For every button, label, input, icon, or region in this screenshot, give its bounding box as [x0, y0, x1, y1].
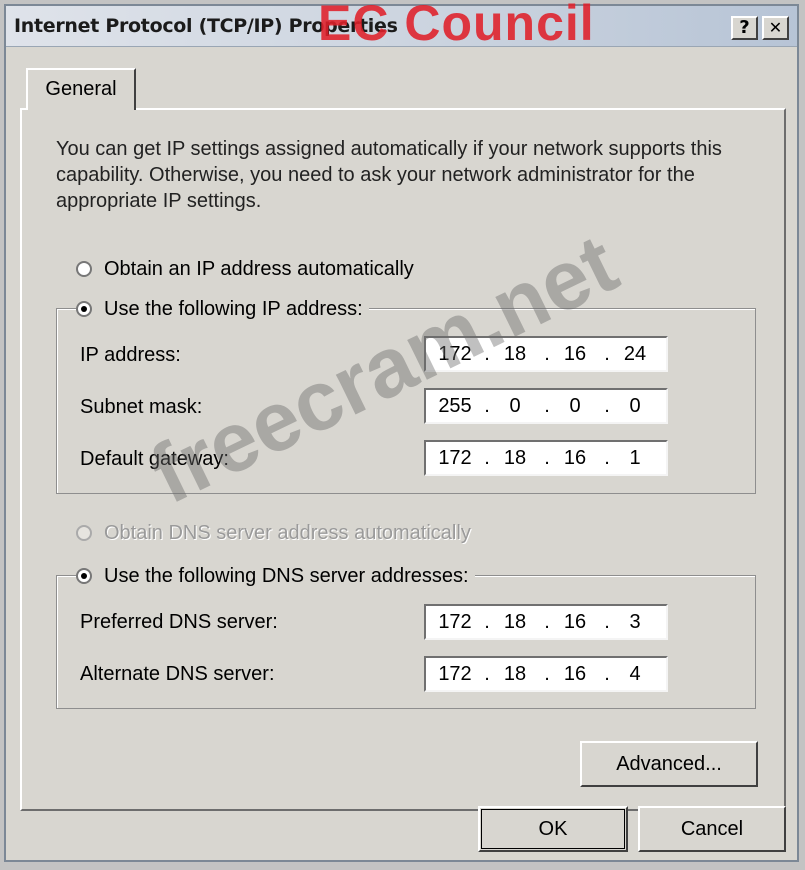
octet: 172: [438, 447, 472, 469]
use-following-ip-radio[interactable]: [76, 301, 92, 317]
octet: 1: [629, 447, 641, 469]
intro-text: You can get IP settings assigned automat…: [56, 138, 722, 212]
alternate-dns-input[interactable]: 172 . 18 . 16 . 4: [424, 656, 668, 692]
tcpip-properties-dialog: Internet Protocol (TCP/IP) Properties ? …: [4, 0, 799, 862]
obtain-dns-auto-radio[interactable]: [76, 525, 92, 541]
octet: 172: [438, 611, 472, 633]
obtain-dns-auto-label: Obtain DNS server address automatically: [104, 522, 471, 544]
obtain-ip-auto-radio[interactable]: [76, 261, 92, 277]
alternate-dns-label: Alternate DNS server:: [80, 663, 275, 685]
advanced-button[interactable]: Advanced...: [580, 741, 758, 787]
cancel-button[interactable]: Cancel: [638, 806, 786, 852]
octet: 16: [563, 611, 587, 633]
octet: 18: [503, 447, 527, 469]
default-gateway-label: Default gateway:: [80, 448, 229, 470]
preferred-dns-input[interactable]: 172 . 18 . 16 . 3: [424, 604, 668, 640]
ok-button[interactable]: OK: [478, 806, 628, 852]
octet: 16: [563, 447, 587, 469]
use-following-dns-label: Use the following DNS server addresses:: [104, 565, 469, 587]
octet: 18: [503, 343, 527, 365]
preferred-dns-label: Preferred DNS server:: [80, 611, 278, 633]
use-following-dns-option[interactable]: Use the following DNS server addresses:: [76, 565, 475, 588]
octet: 172: [438, 663, 472, 685]
ip-address-input[interactable]: 172 . 18 . 16 . 24: [424, 336, 668, 372]
octet: 16: [563, 343, 587, 365]
ip-address-label: IP address:: [80, 344, 181, 366]
window-title: Internet Protocol (TCP/IP) Properties: [14, 15, 398, 37]
octet: 3: [629, 611, 641, 633]
default-gateway-input[interactable]: 172 . 18 . 16 . 1: [424, 440, 668, 476]
title-bar[interactable]: Internet Protocol (TCP/IP) Properties ? …: [6, 6, 797, 47]
help-button[interactable]: ?: [731, 16, 758, 40]
octet: 16: [563, 663, 587, 685]
octet: 24: [623, 343, 647, 365]
use-following-dns-radio[interactable]: [76, 568, 92, 584]
subnet-mask-label: Subnet mask:: [80, 396, 203, 418]
octet: 0: [509, 395, 521, 417]
obtain-ip-auto-label: Obtain an IP address automatically: [104, 258, 414, 280]
close-button[interactable]: ✕: [762, 16, 789, 40]
octet: 18: [503, 611, 527, 633]
help-icon: ?: [739, 17, 750, 38]
subnet-mask-input[interactable]: 255 . 0 . 0 . 0: [424, 388, 668, 424]
octet: 0: [629, 395, 641, 417]
octet: 0: [569, 395, 581, 417]
octet: 4: [629, 663, 641, 685]
octet: 172: [438, 343, 472, 365]
close-icon: ✕: [768, 18, 783, 37]
octet: 18: [503, 663, 527, 685]
obtain-dns-auto-option[interactable]: Obtain DNS server address automatically: [76, 522, 477, 545]
tab-general[interactable]: General: [26, 68, 136, 110]
use-following-ip-label: Use the following IP address:: [104, 298, 363, 320]
obtain-ip-auto-option[interactable]: Obtain an IP address automatically: [76, 258, 420, 281]
octet: 255: [438, 395, 472, 417]
use-following-ip-option[interactable]: Use the following IP address:: [76, 298, 369, 321]
